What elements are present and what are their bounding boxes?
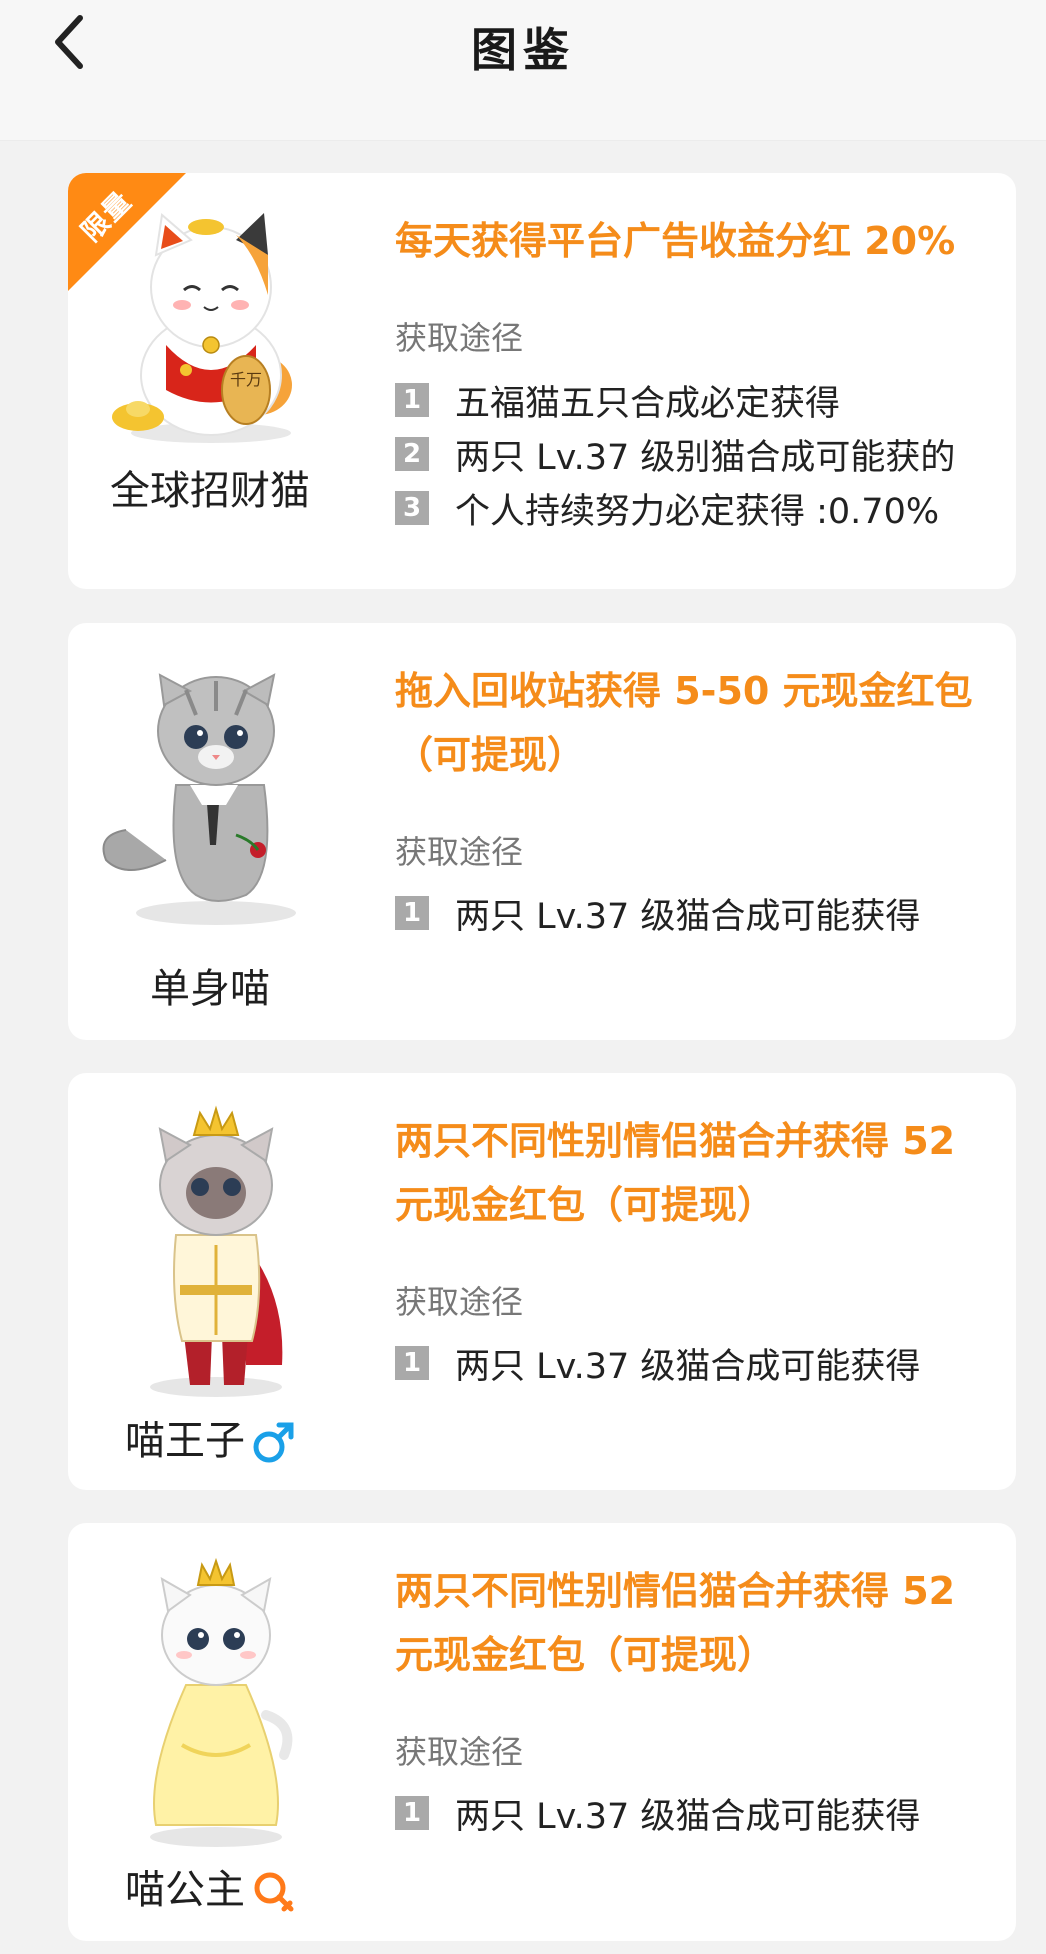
method-label: 获取途径 xyxy=(395,319,524,357)
method-item: 2 两只 Lv.37 级别猫合成可能获的 xyxy=(395,432,955,478)
benefit-text: 两只不同性别情侣猫合并获得 52 元现金红包（可提现） xyxy=(395,1559,995,1687)
method-text: 两只 Lv.37 级猫合成可能获得 xyxy=(455,896,921,937)
benefit-line: 拖入回收站获得 5-50 元现金红包 xyxy=(395,669,973,713)
method-number: 3 xyxy=(395,491,429,525)
princess-cat-illustration xyxy=(150,1557,293,1847)
benefit-line: 元现金红包（可提现） xyxy=(395,1633,776,1677)
cat-card-princess[interactable]: 喵公主 两只不同性别情侣猫合并获得 52 元现金红包（可提现） 获取途径 1 两… xyxy=(68,1523,1016,1941)
method-label: 获取途径 xyxy=(395,833,524,871)
cat-name: 单身喵 xyxy=(150,966,270,1012)
prince-cat-illustration xyxy=(150,1105,283,1397)
cat-card-single[interactable]: 单身喵 拖入回收站获得 5-50 元现金红包 （可提现） 获取途径 1 两只 L… xyxy=(68,623,1016,1040)
method-item: 3 个人持续努力必定获得 :0.70% xyxy=(395,486,939,532)
method-label: 获取途径 xyxy=(395,1283,524,1321)
method-item: 1 两只 Lv.37 级猫合成可能获得 xyxy=(395,1341,920,1387)
method-text: 五福猫五只合成必定获得 xyxy=(455,383,841,424)
benefit-text: 每天获得平台广告收益分红 20% xyxy=(395,209,995,273)
benefit-text: 两只不同性别情侣猫合并获得 52 元现金红包（可提现） xyxy=(395,1109,995,1237)
benefit-line: 每天获得平台广告收益分红 20% xyxy=(395,219,956,263)
method-text: 个人持续努力必定获得 :0.70% xyxy=(455,491,940,532)
male-icon xyxy=(253,1422,294,1463)
page-title: 图鉴 xyxy=(471,23,575,77)
method-item: 1 两只 Lv.37 级猫合成可能获得 xyxy=(395,1791,920,1837)
single-cat-illustration xyxy=(102,673,296,925)
benefit-text: 拖入回收站获得 5-50 元现金红包 （可提现） xyxy=(395,659,995,787)
cat-card-prince[interactable]: 喵王子 两只不同性别情侣猫合并获得 52 元现金红包（可提现） 获取途径 1 两… xyxy=(68,1073,1016,1490)
method-text: 两只 Lv.37 级猫合成可能获得 xyxy=(455,1796,921,1837)
cat-name-label: 喵王子 xyxy=(125,1418,245,1464)
cat-card-lucky[interactable]: 限量 千万 全球招财猫 每天获得平台广告收益分红 20% 获取途径 1 五福猫五… xyxy=(68,173,1016,589)
method-item: 1 五福猫五只合成必定获得 xyxy=(395,378,840,424)
cat-name-label: 喵公主 xyxy=(125,1867,245,1913)
benefit-line: 两只不同性别情侣猫合并获得 52 xyxy=(395,1119,956,1163)
svg-text:千万: 千万 xyxy=(230,370,262,389)
cat-name: 喵公主 xyxy=(68,1857,352,1915)
method-number: 2 xyxy=(395,437,429,471)
top-bar: 图鉴 xyxy=(0,0,1046,141)
cat-name: 喵王子 xyxy=(68,1408,352,1466)
cat-name: 全球招财猫 xyxy=(110,468,310,514)
method-text: 两只 Lv.37 级猫合成可能获得 xyxy=(455,1346,921,1387)
method-label: 获取途径 xyxy=(395,1733,524,1771)
method-item: 1 两只 Lv.37 级猫合成可能获得 xyxy=(395,891,920,937)
method-number: 1 xyxy=(395,1796,429,1830)
benefit-line: 两只不同性别情侣猫合并获得 52 xyxy=(395,1569,956,1613)
method-text: 两只 Lv.37 级别猫合成可能获的 xyxy=(455,437,956,478)
female-icon xyxy=(254,1872,294,1912)
method-number: 1 xyxy=(395,1346,429,1380)
benefit-line: 元现金红包（可提现） xyxy=(395,1183,776,1227)
benefit-line: （可提现） xyxy=(395,733,586,777)
method-number: 1 xyxy=(395,896,429,930)
method-number: 1 xyxy=(395,383,429,417)
